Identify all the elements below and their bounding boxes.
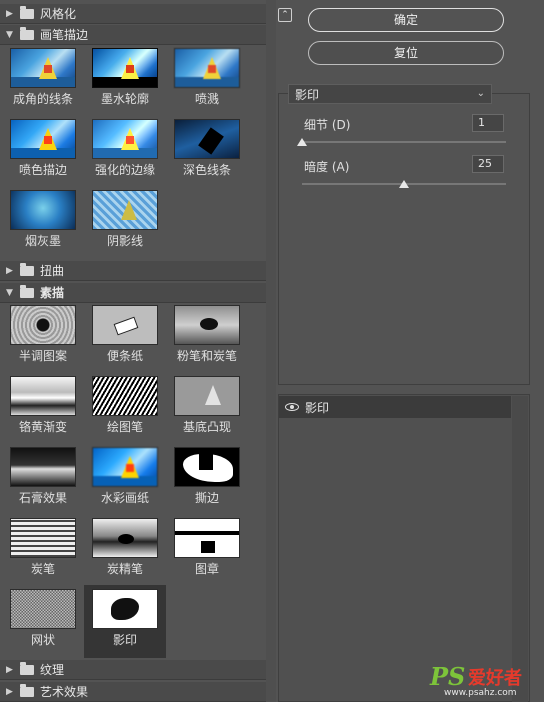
watermark-logo: PS 爱好者 www.psahz.com bbox=[430, 662, 540, 698]
folder-icon bbox=[20, 284, 34, 298]
thumb-spatter[interactable] bbox=[174, 48, 240, 88]
thumb-label: 网状 bbox=[30, 633, 55, 647]
reset-button[interactable]: 复位 bbox=[308, 41, 504, 65]
thumb-label: 深色线条 bbox=[182, 163, 231, 177]
thumb-note-paper[interactable] bbox=[92, 305, 158, 345]
thumb-chrome[interactable] bbox=[10, 376, 76, 416]
category-label: 纹理 bbox=[40, 663, 65, 677]
thumb-graphic-pen[interactable] bbox=[92, 376, 158, 416]
thumb-charcoal[interactable] bbox=[10, 518, 76, 558]
thumb-label: 粉笔和炭笔 bbox=[176, 349, 237, 363]
folder-icon bbox=[20, 262, 34, 276]
category-label: 艺术效果 bbox=[40, 685, 89, 699]
thumb-conte-crayon[interactable] bbox=[92, 518, 158, 558]
folder-icon bbox=[20, 661, 34, 675]
category-distort[interactable]: ▶ 扭曲 bbox=[0, 261, 276, 281]
thumb-ink-outlines[interactable] bbox=[92, 48, 158, 88]
thumb-label: 图章 bbox=[194, 562, 219, 576]
ok-button[interactable]: 确定 bbox=[308, 8, 504, 32]
thumb-sprayed-strokes[interactable] bbox=[10, 119, 76, 159]
thumb-label: 基底凸现 bbox=[182, 420, 231, 434]
thumb-label: 强化的边缘 bbox=[94, 163, 155, 177]
thumb-label: 石膏效果 bbox=[18, 491, 67, 505]
detail-input[interactable]: 1 bbox=[472, 114, 504, 132]
thumb-label: 便条纸 bbox=[106, 349, 143, 363]
effect-layers-panel bbox=[278, 394, 530, 702]
darkness-input[interactable]: 25 bbox=[472, 155, 504, 173]
thumb-label: 阴影线 bbox=[106, 234, 143, 248]
thumb-halftone-pattern[interactable] bbox=[10, 305, 76, 345]
category-label: 扭曲 bbox=[40, 264, 65, 278]
thumb-label: 炭精笔 bbox=[106, 562, 143, 576]
thumb-label: 喷色描边 bbox=[18, 163, 67, 177]
folder-icon bbox=[20, 5, 34, 19]
expand-arrow-icon: ▶ bbox=[6, 686, 13, 697]
detail-slider-handle[interactable] bbox=[297, 138, 307, 146]
eye-visibility-icon[interactable] bbox=[285, 403, 299, 411]
expand-arrow-icon: ▶ bbox=[6, 8, 13, 19]
expand-arrow-icon: ▶ bbox=[6, 265, 13, 276]
filter-options-panel bbox=[278, 93, 530, 385]
thumb-bas-relief[interactable] bbox=[174, 376, 240, 416]
chevron-down-icon: ⌄ bbox=[476, 88, 485, 99]
thumb-label: 铬黄渐变 bbox=[18, 420, 67, 434]
thumb-label: 撕边 bbox=[194, 491, 219, 505]
thumb-torn-edges[interactable] bbox=[174, 447, 240, 487]
thumb-chalk-charcoal[interactable] bbox=[174, 305, 240, 345]
thumb-sumi-e[interactable] bbox=[10, 190, 76, 230]
thumb-stamp[interactable] bbox=[174, 518, 240, 558]
thumb-reticulation[interactable] bbox=[10, 589, 76, 629]
effect-layer-row[interactable]: 影印 bbox=[279, 396, 511, 418]
thumb-label: 成角的线条 bbox=[12, 92, 73, 106]
thumb-label: 影印 bbox=[112, 633, 137, 647]
category-label: 素描 bbox=[40, 286, 65, 300]
collapse-arrow-icon: ▼ bbox=[6, 29, 13, 40]
watermark-ps: PS bbox=[430, 662, 466, 691]
thumb-accented-edges[interactable] bbox=[92, 119, 158, 159]
thumb-label: 半调图案 bbox=[18, 349, 67, 363]
thumb-label: 烟灰墨 bbox=[24, 234, 61, 248]
filter-select[interactable]: 影印 ⌄ bbox=[288, 84, 492, 104]
thumb-photocopy-selected[interactable] bbox=[92, 589, 158, 629]
category-brush-strokes[interactable]: ▼ 画笔描边 bbox=[0, 25, 276, 45]
thumb-label: 墨水轮廓 bbox=[100, 92, 149, 106]
thumb-label: 水彩画纸 bbox=[100, 491, 149, 505]
filter-gallery-list: ▶ 风格化 ▼ 画笔描边 成角的线条 墨水轮廓 喷溅 喷色描边 强化的边缘 深色… bbox=[0, 0, 276, 702]
category-label: 画笔描边 bbox=[40, 28, 89, 42]
category-texture[interactable]: ▶ 纹理 bbox=[0, 660, 276, 680]
category-stylize[interactable]: ▶ 风格化 bbox=[0, 4, 276, 24]
thumb-angled-strokes[interactable] bbox=[10, 48, 76, 88]
folder-icon bbox=[20, 683, 34, 697]
thumb-label: 炭笔 bbox=[30, 562, 55, 576]
folder-icon bbox=[20, 26, 34, 40]
left-scrollbar[interactable] bbox=[266, 0, 276, 702]
thumb-plaster[interactable] bbox=[10, 447, 76, 487]
darkness-slider-handle[interactable] bbox=[399, 180, 409, 188]
detail-slider-track[interactable] bbox=[302, 141, 506, 143]
thumb-label: 喷溅 bbox=[194, 92, 219, 106]
watermark-url: www.psahz.com bbox=[444, 688, 517, 698]
filter-select-value: 影印 bbox=[295, 87, 320, 102]
category-sketch[interactable]: ▼ 素描 bbox=[0, 283, 276, 303]
thumb-water-paper[interactable] bbox=[92, 447, 158, 487]
expand-arrow-icon: ▶ bbox=[6, 664, 13, 675]
thumb-dark-strokes[interactable] bbox=[174, 119, 240, 159]
thumb-crosshatch[interactable] bbox=[92, 190, 158, 230]
thumb-label: 绘图笔 bbox=[106, 420, 143, 434]
layer-name: 影印 bbox=[305, 400, 330, 415]
collapse-arrow-icon: ▼ bbox=[6, 287, 13, 298]
category-artistic[interactable]: ▶ 艺术效果 bbox=[0, 682, 276, 702]
detail-label: 细节 (D) bbox=[304, 118, 351, 132]
collapse-panel-button[interactable]: ⌃ bbox=[278, 8, 292, 22]
watermark-text: 爱好者 bbox=[468, 668, 522, 689]
category-label: 风格化 bbox=[40, 7, 77, 21]
darkness-label: 暗度 (A) bbox=[304, 160, 350, 174]
layers-scrollbar[interactable] bbox=[512, 396, 528, 702]
